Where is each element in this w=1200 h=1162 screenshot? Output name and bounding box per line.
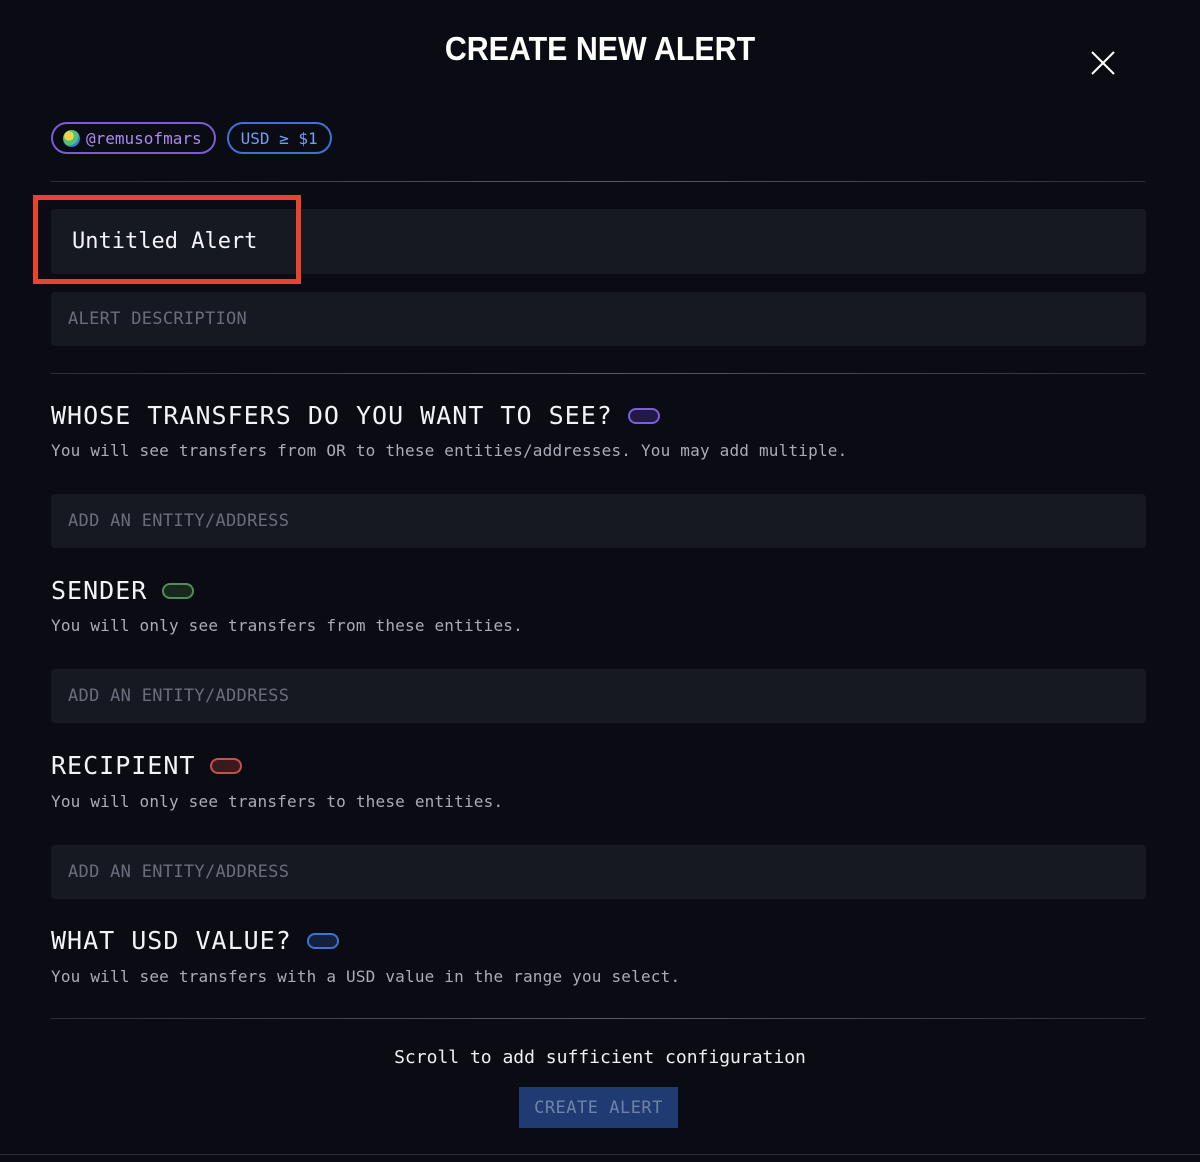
sender-toggle[interactable] [162,582,195,599]
usd-value-section-subtitle: You will see transfers with a USD value … [51,967,681,986]
create-alert-button[interactable]: CREATE ALERT [519,1087,678,1128]
sender-section-title: SENDER [51,576,148,605]
whose-section-subtitle: You will see transfers from OR to these … [51,441,848,460]
user-chip-label: @remusofmars [86,128,202,148]
sender-entity-input[interactable] [68,686,1146,706]
recipient-toggle[interactable] [210,757,243,774]
usd-chip[interactable]: USD ≥ $1 [226,122,332,154]
usd-value-toggle[interactable] [306,932,339,949]
recipient-section-title: RECIPIENT [51,751,196,780]
recipient-section-subtitle: You will only see transfers to these ent… [51,792,504,811]
usd-value-section-heading: WHAT USD VALUE? [51,926,339,955]
user-chip[interactable]: @remusofmars [51,122,216,154]
divider [51,373,1145,374]
filter-chips: @remusofmars USD ≥ $1 [51,122,332,154]
whose-entity-field[interactable] [51,494,1146,548]
whose-toggle[interactable] [627,407,660,424]
recipient-entity-field[interactable] [51,845,1146,899]
sender-section-subtitle: You will only see transfers from these e… [51,616,523,635]
create-alert-modal: CREATE NEW ALERT @remusofmars USD ≥ $1 W… [0,0,1200,1162]
divider [51,181,1145,182]
usd-value-section-title: WHAT USD VALUE? [51,926,292,955]
user-avatar-icon [63,129,80,147]
whose-section-title: WHOSE TRANSFERS DO YOU WANT TO SEE? [51,401,613,430]
close-button[interactable] [1088,48,1118,78]
recipient-section-heading: RECIPIENT [51,751,243,780]
recipient-entity-input[interactable] [68,862,1146,882]
divider [51,1018,1145,1019]
alert-description-field[interactable] [51,292,1146,346]
whose-section-heading: WHOSE TRANSFERS DO YOU WANT TO SEE? [51,401,660,430]
sender-entity-field[interactable] [51,669,1146,723]
modal-title: CREATE NEW ALERT [444,30,756,67]
alert-name-input[interactable] [72,229,1146,254]
sender-section-heading: SENDER [51,576,195,605]
whose-entity-input[interactable] [68,511,1146,531]
close-icon [1091,51,1115,75]
usd-chip-label: USD ≥ $1 [240,128,318,148]
alert-description-input[interactable] [68,309,1146,329]
bottom-border [0,1154,1200,1155]
alert-name-field[interactable] [51,209,1146,274]
configuration-hint: Scroll to add sufficient configuration [394,1047,806,1068]
